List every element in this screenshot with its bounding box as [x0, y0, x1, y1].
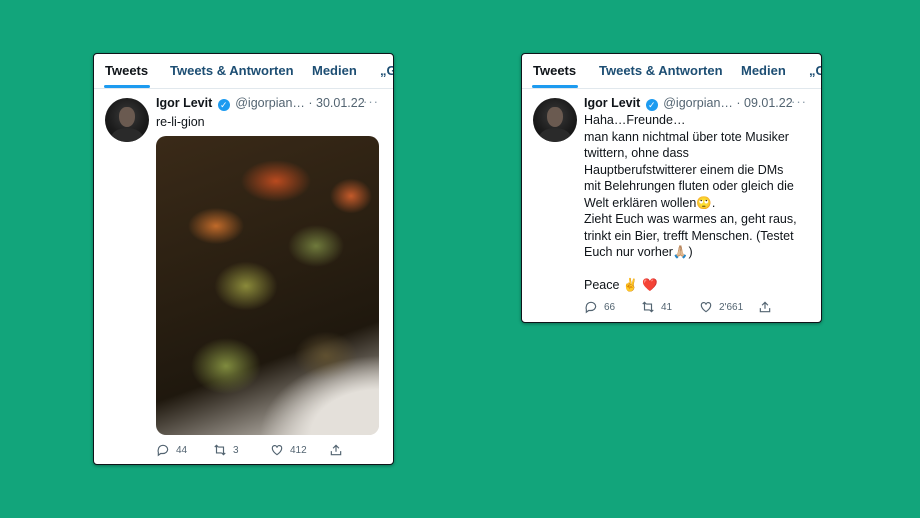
tab-tweets[interactable]: Tweets	[533, 63, 576, 78]
tweet-photo[interactable]	[156, 136, 379, 435]
retweet-icon	[214, 444, 226, 456]
tweet-text-line: man kann nichtmal über tote Musiker	[584, 129, 789, 144]
author-name[interactable]: Igor Levit	[156, 96, 212, 110]
tab-media[interactable]: Medien	[741, 63, 786, 78]
like-button[interactable]: 2'661	[699, 300, 743, 314]
share-icon	[759, 301, 771, 313]
tweet-header: Igor Levit ✓ @igorpian… · 30.01.22	[156, 96, 365, 111]
tab-next-truncated[interactable]: „G	[809, 63, 821, 78]
verified-badge-icon: ✓	[217, 99, 230, 111]
heart-icon	[271, 445, 283, 456]
tweet-text-line: Euch nur vorher🙏🏼)	[584, 245, 693, 259]
retweet-count: 41	[661, 301, 673, 313]
tweet-header: Igor Levit ✓ @igorpian… · 09.01.22	[584, 96, 793, 111]
like-count: 2'661	[719, 301, 744, 313]
active-tab-indicator	[532, 85, 578, 88]
tweet-text-line	[584, 261, 797, 278]
reply-icon	[157, 444, 169, 457]
tweet-text-line: Welt erklären wollen🙄.	[584, 195, 716, 210]
profile-tabs: Tweets Tweets & Antworten Medien „G	[94, 54, 393, 89]
tab-tweets-and-replies[interactable]: Tweets & Antworten	[170, 63, 294, 78]
heart-icon	[700, 302, 712, 313]
author-name[interactable]: Igor Levit	[584, 96, 640, 110]
tweet-text-line: Zieht Euch was warmes an, geht raus,	[584, 212, 797, 226]
tweet-date[interactable]: · 09.01.22	[736, 96, 792, 110]
tweet-text-line: Hauptberufstwitterer einem die DMs	[584, 162, 784, 177]
avatar[interactable]	[105, 98, 149, 142]
share-icon	[330, 444, 342, 456]
like-button[interactable]: 412	[270, 443, 307, 457]
author-handle[interactable]: @igorpian…	[663, 96, 733, 110]
retweet-count: 3	[233, 444, 239, 456]
reply-button[interactable]: 44	[156, 443, 187, 457]
tweet-text: Haha…Freunde… man kann nichtmal über tot…	[584, 112, 797, 294]
share-button[interactable]	[758, 300, 772, 314]
share-button[interactable]	[329, 443, 343, 457]
avatar[interactable]	[533, 98, 577, 142]
tweet-text: re-li-gion	[156, 114, 205, 131]
tweet-text-line: Peace ✌️ ❤️	[584, 278, 658, 292]
retweet-icon	[642, 301, 654, 313]
retweet-button[interactable]: 41	[641, 300, 672, 314]
tab-next-truncated[interactable]: „G	[380, 63, 393, 78]
reply-button[interactable]: 66	[584, 300, 615, 314]
tweet-text-line: twittern, ohne dass	[584, 146, 689, 160]
reply-count: 66	[604, 301, 616, 313]
tab-tweets-and-replies[interactable]: Tweets & Antworten	[599, 63, 723, 78]
tweet-text-line: re-li-gion	[156, 115, 205, 129]
like-count: 412	[290, 444, 307, 456]
tab-media[interactable]: Medien	[312, 63, 357, 78]
retweet-button[interactable]: 3	[213, 443, 239, 457]
verified-badge-icon: ✓	[645, 99, 658, 111]
active-tab-indicator	[104, 85, 150, 88]
tweet-text-line: Haha…Freunde…	[584, 113, 686, 127]
more-options-icon[interactable]: ···	[363, 94, 379, 109]
tweet-card-2: Tweets Tweets & Antworten Medien „G Igor…	[521, 53, 822, 323]
tweet-card-1: Tweets Tweets & Antworten Medien „G Igor…	[93, 53, 394, 465]
tweet-text-line: mit Belehrungen fluten oder gleich die	[584, 179, 794, 193]
tweet-date[interactable]: · 30.01.22	[308, 96, 364, 110]
reply-count: 44	[176, 444, 188, 456]
author-handle[interactable]: @igorpian…	[235, 96, 305, 110]
more-options-icon[interactable]: ···	[791, 94, 807, 109]
tab-tweets[interactable]: Tweets	[105, 63, 148, 78]
tweet-text-line: trinkt ein Bier, trefft Menschen. (Teste…	[584, 228, 794, 243]
reply-icon	[585, 301, 597, 314]
profile-tabs: Tweets Tweets & Antworten Medien „G	[522, 54, 821, 89]
